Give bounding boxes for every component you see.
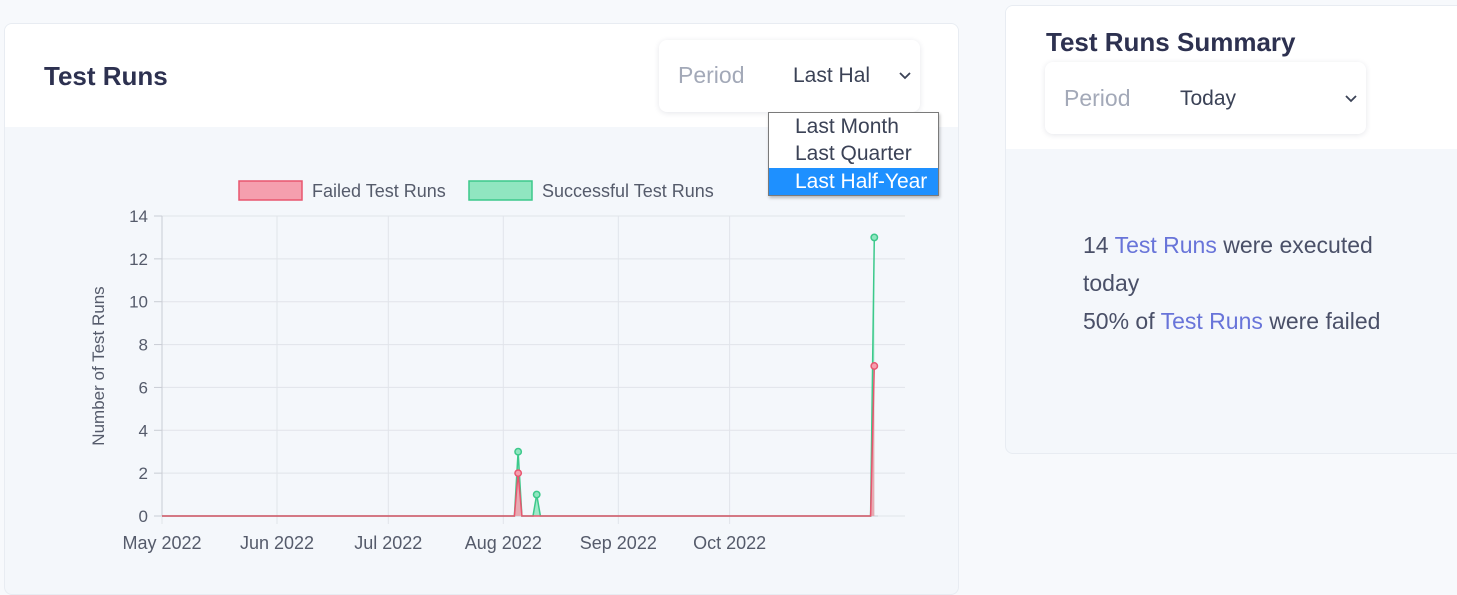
summary-count: 14 [1083, 232, 1109, 258]
y-tick-label: 0 [139, 507, 148, 526]
y-axis-label: Number of Test Runs [89, 286, 108, 445]
series-point-0 [870, 362, 879, 370]
dropdown-option-last-quarter[interactable]: Last Quarter [769, 140, 938, 167]
summary-period-select[interactable]: Period Today [1045, 62, 1366, 134]
x-tick-label: Oct 2022 [693, 533, 766, 553]
test-runs-card: Test Runs Period Last Hal 0 2 4 6 8 10 12 14 May… [4, 23, 959, 595]
x-tick-label: Jun 2022 [240, 533, 314, 553]
y-tick-label: 8 [139, 336, 148, 355]
summary-failed-text: were failed [1269, 308, 1381, 334]
legend-swatch-1 [468, 180, 533, 201]
y-tick-label: 4 [139, 421, 148, 440]
legend-swatch-0 [238, 180, 303, 201]
test-runs-link[interactable]: Test Runs [1115, 232, 1217, 258]
y-tick-label: 14 [129, 207, 148, 226]
y-tick-label: 12 [129, 250, 148, 269]
series-point-0 [514, 469, 523, 478]
x-tick-label: Sep 2022 [580, 533, 657, 553]
summary-title: Test Runs Summary [1046, 27, 1296, 57]
dropdown-option-last-half-year[interactable]: Last Half-Year [769, 168, 938, 195]
x-tick-label: Jul 2022 [354, 533, 422, 553]
summary-period-value: Today [1180, 87, 1237, 110]
x-tick-label: May 2022 [122, 533, 201, 553]
series-point-1 [870, 233, 879, 242]
y-tick-label: 10 [129, 293, 148, 312]
period-dropdown-menu: Last Month Last Quarter Last Half-Year [768, 112, 939, 196]
series-point-1 [532, 490, 541, 499]
legend-label-0: Failed Test Runs [312, 181, 446, 201]
series-point-1 [514, 447, 523, 456]
series-area-0 [162, 366, 875, 516]
summary-period-label: Period [1064, 85, 1131, 111]
legend-label-1: Successful Test Runs [542, 181, 714, 201]
x-tick-label: Aug 2022 [465, 533, 542, 553]
test-runs-chart: 0 2 4 6 8 10 12 14 May 2022 Jun 2022 Jul 2022 Aug 2… [89, 180, 905, 553]
chevron-down-icon [1345, 95, 1357, 103]
dropdown-option-last-month[interactable]: Last Month [769, 113, 938, 140]
test-runs-link-failed[interactable]: Test Runs [1161, 308, 1263, 334]
summary-text: 14 Test Runs were executed today 50% of … [1083, 226, 1383, 340]
summary-card-header: Test Runs Summary Period Today [1006, 6, 1457, 149]
y-tick-label: 2 [139, 464, 148, 483]
summary-percent: 50% of [1083, 308, 1155, 334]
y-tick-label: 6 [139, 378, 148, 397]
